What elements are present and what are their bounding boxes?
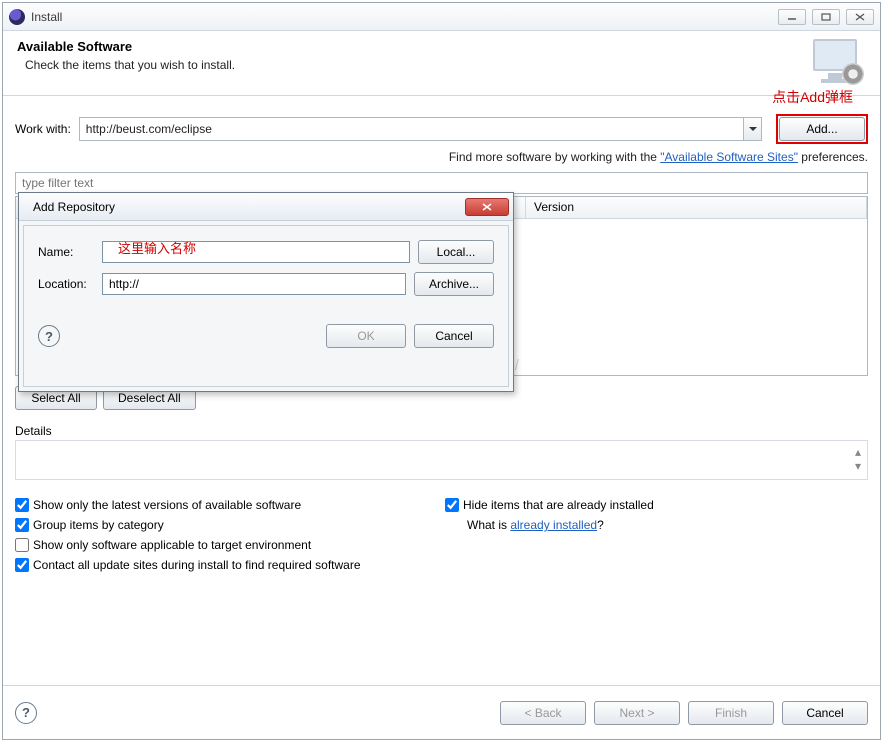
whatis-text: What is already installed? bbox=[445, 518, 868, 532]
opt-hide-checkbox[interactable] bbox=[445, 498, 459, 512]
details-section: Details ▴ ▾ bbox=[15, 424, 868, 480]
window-controls bbox=[778, 9, 874, 25]
add-repository-dialog: Add Repository Name: Local... Location: … bbox=[18, 192, 514, 392]
dialog-title: Add Repository bbox=[33, 200, 115, 214]
work-with-input[interactable] bbox=[80, 118, 743, 140]
available-sites-link[interactable]: "Available Software Sites" bbox=[660, 150, 798, 164]
work-with-row: Work with: Add... bbox=[15, 114, 868, 144]
work-with-combo[interactable] bbox=[79, 117, 762, 141]
spin-down-icon[interactable]: ▾ bbox=[851, 461, 865, 471]
wizard-footer: ? < Back Next > Finish Cancel bbox=[3, 685, 880, 739]
opt-group[interactable]: Group items by category bbox=[15, 518, 445, 532]
opt-env[interactable]: Show only software applicable to target … bbox=[15, 538, 445, 552]
opt-latest-checkbox[interactable] bbox=[15, 498, 29, 512]
opt-latest[interactable]: Show only the latest versions of availab… bbox=[15, 498, 445, 512]
spin-up-icon[interactable]: ▴ bbox=[851, 447, 865, 457]
location-label: Location: bbox=[38, 277, 94, 291]
name-label: Name: bbox=[38, 245, 94, 259]
page-subtitle: Check the items that you wish to install… bbox=[25, 58, 810, 72]
help-icon[interactable]: ? bbox=[15, 702, 37, 724]
col-version[interactable]: Version bbox=[526, 197, 867, 218]
already-installed-link[interactable]: already installed bbox=[510, 518, 597, 532]
minimize-button[interactable] bbox=[778, 9, 806, 25]
dialog-titlebar: Add Repository bbox=[19, 193, 513, 221]
dialog-footer: ? OK Cancel bbox=[38, 324, 494, 348]
cancel-button[interactable]: Cancel bbox=[782, 701, 868, 725]
options-grid: Show only the latest versions of availab… bbox=[15, 498, 868, 572]
details-textarea[interactable]: ▴ ▾ bbox=[15, 440, 868, 480]
close-button[interactable] bbox=[846, 9, 874, 25]
opt-contact-checkbox[interactable] bbox=[15, 558, 29, 572]
chevron-down-icon[interactable] bbox=[743, 118, 761, 140]
work-with-label: Work with: bbox=[15, 122, 71, 136]
dialog-close-button[interactable] bbox=[465, 198, 509, 216]
next-button[interactable]: Next > bbox=[594, 701, 680, 725]
wizard-banner-icon bbox=[810, 39, 860, 83]
filter-input[interactable] bbox=[15, 172, 868, 194]
details-label: Details bbox=[15, 424, 52, 438]
find-more-text: Find more software by working with the "… bbox=[15, 150, 868, 164]
wizard-header: Available Software Check the items that … bbox=[3, 31, 880, 96]
name-input[interactable] bbox=[102, 241, 410, 263]
dialog-body: Name: Local... Location: Archive... ? OK… bbox=[23, 225, 509, 387]
dialog-name-row: Name: Local... bbox=[38, 240, 494, 264]
add-button-highlight: Add... bbox=[776, 114, 868, 144]
location-input[interactable] bbox=[102, 273, 406, 295]
opt-hide[interactable]: Hide items that are already installed bbox=[445, 498, 868, 512]
archive-button[interactable]: Archive... bbox=[414, 272, 494, 296]
ok-button[interactable]: OK bbox=[326, 324, 406, 348]
dialog-location-row: Location: Archive... bbox=[38, 272, 494, 296]
window-title: Install bbox=[31, 10, 62, 24]
local-button[interactable]: Local... bbox=[418, 240, 494, 264]
maximize-button[interactable] bbox=[812, 9, 840, 25]
opt-env-checkbox[interactable] bbox=[15, 538, 29, 552]
finish-button[interactable]: Finish bbox=[688, 701, 774, 725]
dialog-help-icon[interactable]: ? bbox=[38, 325, 60, 347]
opt-contact[interactable]: Contact all update sites during install … bbox=[15, 558, 868, 572]
back-button[interactable]: < Back bbox=[500, 701, 586, 725]
add-button[interactable]: Add... bbox=[779, 117, 865, 141]
dialog-cancel-button[interactable]: Cancel bbox=[414, 324, 494, 348]
eclipse-icon bbox=[9, 9, 25, 25]
main-titlebar: Install bbox=[3, 3, 880, 31]
page-title: Available Software bbox=[17, 39, 810, 54]
opt-group-checkbox[interactable] bbox=[15, 518, 29, 532]
